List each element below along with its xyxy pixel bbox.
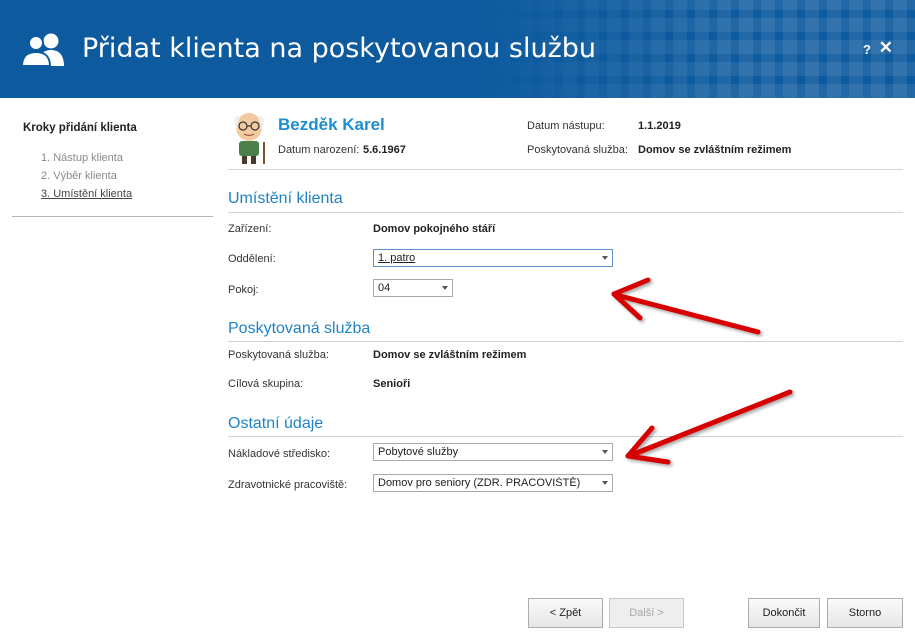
finish-button[interactable]: Dokončit [748,598,820,628]
annotation-arrow-room [611,277,761,335]
step-start[interactable]: 1. Nástup klienta [41,152,123,164]
birth-date-label: Datum narození: [278,144,360,156]
other-section-rule [228,436,903,437]
service-type-label: Poskytovaná služba: [228,349,329,361]
service-label: Poskytovaná služba: [527,144,628,156]
client-avatar [234,113,265,164]
department-label: Oddělení: [228,253,276,265]
room-select[interactable]: 04 [373,279,453,297]
facility-value: Domov pokojného stáří [373,223,496,235]
service-type-value: Domov se zvláštním režimem [373,349,527,361]
room-value: 04 [378,282,391,294]
target-group-label: Cílová skupina: [228,378,304,390]
other-section-title: Ostatní údaje [228,415,324,432]
health-workplace-value: Domov pro seniory (ZDR. PRACOVIŠTĚ) [378,477,581,489]
client-name: Bezděk Karel [278,115,385,134]
cost-center-value: Pobytové služby [378,446,459,458]
window-title: Přidat klienta na poskytovanou službu [82,33,597,64]
cancel-button[interactable]: Storno [827,598,903,628]
birth-date-value: 5.6.1967 [363,144,406,156]
back-button[interactable]: < Zpět [528,598,603,628]
help-button[interactable]: ? [863,42,871,57]
start-date-label: Datum nástupu: [527,120,605,132]
window-header: Přidat klienta na poskytovanou službu ? … [0,0,915,98]
next-button[interactable]: Další > [609,598,684,628]
chevron-down-icon [442,286,448,290]
chevron-down-icon [602,450,608,454]
target-group-value: Senioři [373,378,411,390]
facility-label: Zařízení: [228,223,272,235]
step-select-client[interactable]: 2. Výběr klienta [41,170,117,182]
placement-section-title: Umístění klienta [228,190,343,207]
cost-center-select[interactable]: Pobytové služby [373,443,613,461]
steps-sidebar: Kroky přidání klienta 1. Nástup klienta … [12,98,213,217]
placement-section-rule [228,212,903,213]
health-workplace-label: Zdravotnické pracoviště: [228,479,348,491]
annotation-arrow-cost-center [625,389,793,465]
close-button[interactable]: ✕ [879,38,893,58]
cost-center-label: Nákladové středisko: [228,448,331,460]
header-divider [228,169,903,170]
chevron-down-icon [602,481,608,485]
start-date-value: 1.1.2019 [638,120,681,132]
users-icon [22,33,64,66]
health-workplace-select[interactable]: Domov pro seniory (ZDR. PRACOVIŠTĚ) [373,474,613,492]
steps-title: Kroky přidání klienta [23,122,137,134]
service-value: Domov se zvláštním režimem [638,144,792,156]
service-section-rule [228,341,903,342]
service-section-title: Poskytovaná služba [228,320,371,337]
department-value: 1. patro [378,252,416,264]
room-label: Pokoj: [228,284,259,296]
chevron-down-icon [602,256,608,260]
department-select[interactable]: 1. patro [373,249,613,267]
step-placement[interactable]: 3. Umístění klienta [41,188,132,200]
